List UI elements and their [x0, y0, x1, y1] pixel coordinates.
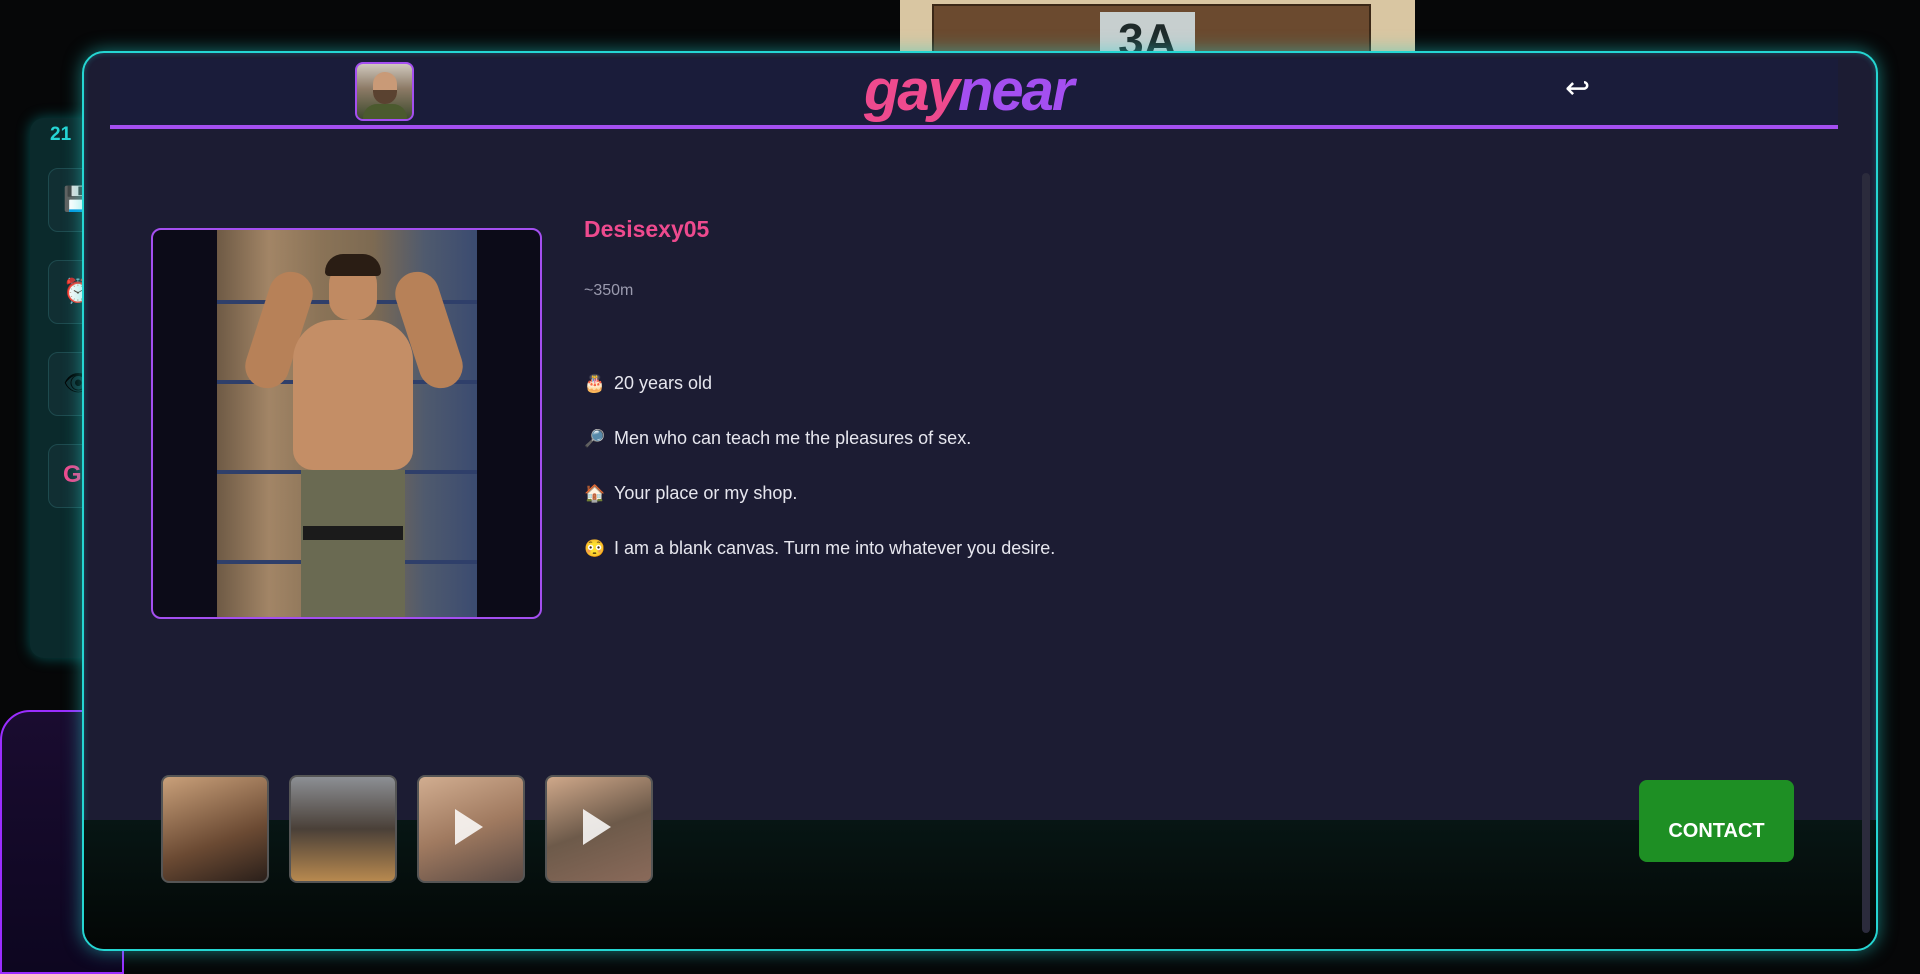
avatar[interactable] [355, 62, 414, 121]
door-sign: 3A [1100, 12, 1195, 56]
gallery-thumbnail-2[interactable] [289, 775, 397, 883]
info-looking-for: 🔎 Men who can teach me the pleasures of … [584, 428, 971, 449]
back-icon[interactable]: ↩ [1565, 71, 1590, 106]
info-location: 🏠 Your place or my shop. [584, 483, 797, 504]
scrollbar[interactable] [1862, 173, 1870, 933]
logo-part-near: near [957, 58, 1075, 123]
gallery-thumbnail-1[interactable] [161, 775, 269, 883]
info-bio-text: I am a blank canvas. Turn me into whatev… [614, 538, 1056, 558]
profile-distance: ~350m [584, 282, 634, 299]
header: gaynear ↩ [110, 59, 1838, 129]
info-age: 🎂 20 years old [584, 373, 712, 394]
gallery-thumbnail-3[interactable] [417, 775, 525, 883]
logo-part-gay: gay [864, 58, 960, 123]
cake-icon: 🎂 [584, 373, 606, 393]
play-icon [455, 809, 483, 845]
house-icon: 🏠 [584, 483, 606, 503]
gallery-thumbnail-4[interactable] [545, 775, 653, 883]
profile-username: Desisexy05 [584, 216, 710, 242]
play-icon [583, 809, 611, 845]
info-age-text: 20 years old [614, 373, 713, 393]
info-bio: 😳 I am a blank canvas. Turn me into what… [584, 538, 1055, 559]
info-looking-for-text: Men who can teach me the pleasures of se… [614, 428, 972, 448]
logo[interactable]: gaynear [864, 58, 1075, 123]
profile-modal: gaynear ↩ Desisexy05 ~350m 🎂 20 years ol… [82, 51, 1878, 951]
contact-button[interactable]: CONTACT [1639, 780, 1794, 862]
photo-image [217, 230, 477, 617]
main-profile-photo[interactable] [151, 228, 542, 619]
info-location-text: Your place or my shop. [614, 483, 798, 503]
side-panel-number: 21 [50, 124, 72, 145]
flushed-face-icon: 😳 [584, 538, 606, 558]
magnifier-icon: 🔎 [584, 428, 606, 448]
background-door: 3A [900, 0, 1415, 60]
